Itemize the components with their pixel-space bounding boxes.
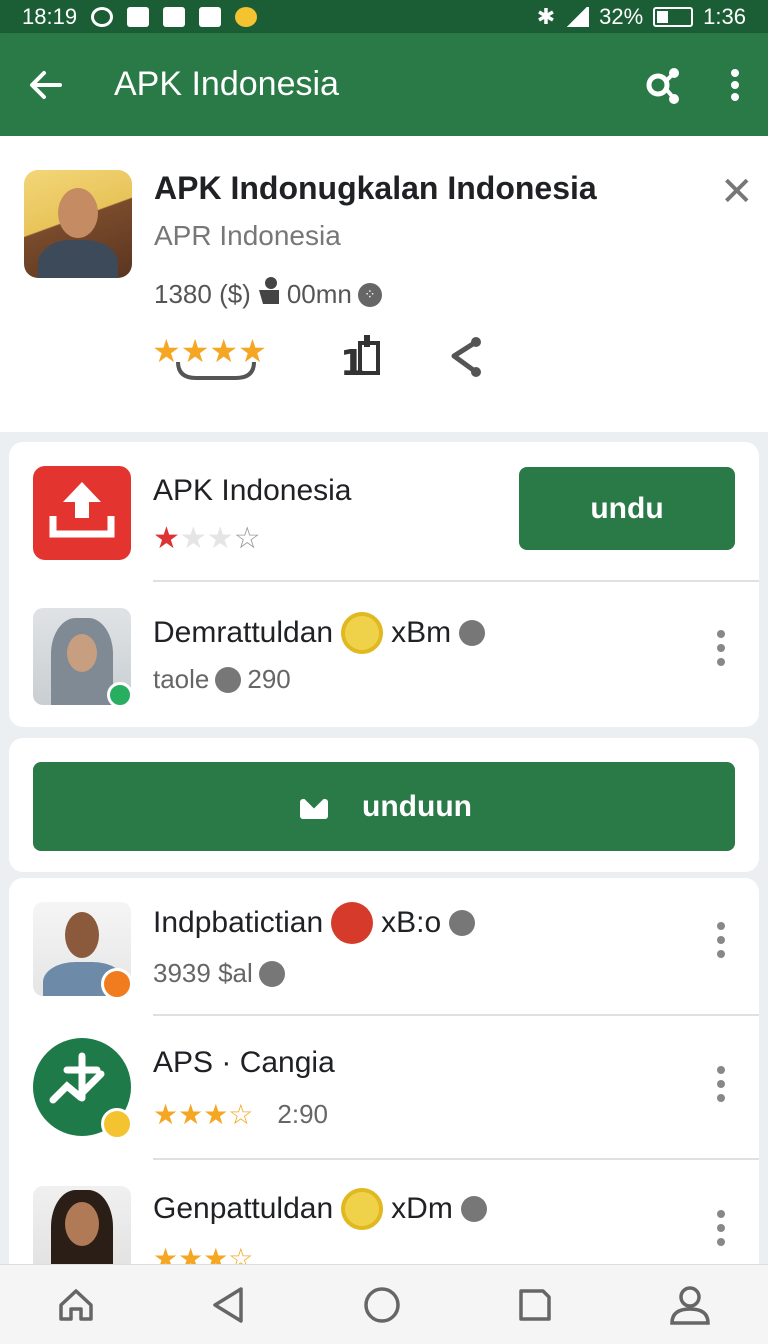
list-item[interactable]: Indpbatictian xB:o 3939 $al — [9, 878, 759, 1016]
list-item-title: APS · Cangia — [153, 1046, 335, 1079]
count-icon — [258, 960, 285, 987]
rating-stars-icon[interactable]: ★★★★ — [152, 332, 280, 387]
emblem-icon — [341, 1188, 384, 1230]
more-info-icon — [460, 1196, 487, 1222]
list-item-sub: 3939 $al — [153, 958, 253, 988]
app-bar-actions — [644, 65, 740, 105]
more-info-icon — [449, 910, 476, 936]
back-nav-icon[interactable] — [209, 1285, 249, 1325]
user-sub: taole — [153, 664, 210, 694]
app-card: APK Indonesia ★★★☆ undu Demrattuldan xBm… — [9, 442, 759, 727]
home-icon[interactable] — [56, 1285, 96, 1325]
system-nav-bar — [0, 1264, 768, 1344]
list-card: Indpbatictian xB:o 3939 $al APS · Cangia… — [9, 878, 759, 1280]
status-right: ✱ 32% 1:36 — [537, 4, 746, 30]
list-item-tag: xB:o — [381, 906, 442, 939]
developer-avatar — [24, 170, 132, 278]
emoji-icon — [235, 6, 258, 27]
list-item-title: Indpbatictian xB:o — [153, 902, 476, 944]
header-actions: ★★★★ 1 — [152, 332, 488, 387]
row-menu-icon[interactable] — [717, 922, 725, 964]
download-button[interactable]: unduun — [33, 762, 735, 851]
developer-name: APR Indonesia — [154, 220, 341, 251]
app-rating-stars: ★★★☆ — [153, 521, 293, 559]
bookmark-count-icon[interactable]: 1 — [340, 333, 382, 386]
list-item[interactable]: Genpattuldan xDm ★★★☆ — [9, 1160, 759, 1280]
list-item-tag: xDm — [391, 1192, 453, 1225]
overflow-menu-icon[interactable] — [730, 68, 740, 102]
back-arrow-icon[interactable] — [28, 67, 68, 103]
bluetooth-icon: ✱ — [536, 3, 556, 29]
list-item[interactable]: APS · Cangia ★★★☆ 2:90 — [9, 1016, 759, 1160]
notification-icon — [91, 6, 114, 27]
install-button[interactable]: undu — [519, 467, 735, 550]
status-dot — [101, 968, 133, 1000]
user-name-row: Demrattuldan xBm — [153, 612, 486, 654]
user-sub-row: taole 290 — [153, 664, 291, 695]
svg-text:★★★☆: ★★★☆ — [153, 522, 261, 554]
divider — [153, 580, 759, 582]
profile-icon[interactable] — [668, 1283, 712, 1327]
share-icon[interactable] — [644, 65, 684, 105]
status-left: 18:19 — [22, 3, 258, 30]
app-bar-title: APK Indonesia — [114, 65, 339, 103]
app-title: APK Indonesia — [153, 474, 352, 507]
recents-icon[interactable] — [515, 1285, 555, 1325]
upload-app-icon — [33, 466, 131, 560]
meta-count: 1380 ($) — [154, 279, 251, 309]
status-dot — [101, 1108, 133, 1140]
row-menu-icon[interactable] — [717, 1210, 725, 1252]
user-count: 290 — [247, 664, 291, 694]
row-menu-icon[interactable] — [717, 630, 725, 672]
app-bar: APK Indonesia — [0, 33, 768, 136]
signal-icon — [565, 6, 590, 27]
svg-text:★★★★: ★★★★ — [152, 332, 267, 370]
emblem-icon — [331, 902, 374, 944]
row-menu-icon[interactable] — [717, 1066, 725, 1108]
more-info-icon — [459, 620, 486, 646]
list-item-sub: 2:90 — [277, 1099, 329, 1129]
list-item-sub-row: ★★★☆ 2:90 — [153, 1098, 328, 1131]
rating-stars: ★★★☆ — [153, 1099, 254, 1130]
app-header-card: APK Indonugkalan Indonesia APR Indonesia… — [0, 136, 768, 432]
user-tag: xBm — [391, 616, 452, 649]
list-item-sub-row: 3939 $al — [153, 958, 285, 989]
circle-home-icon[interactable] — [362, 1285, 402, 1325]
info-icon: ⁘ — [357, 282, 382, 307]
close-icon[interactable]: ✕ — [720, 172, 754, 212]
status-bar: 18:19 ✱ 32% 1:36 — [0, 0, 768, 33]
list-item-title: Genpattuldan xDm — [153, 1188, 487, 1230]
list-item-name: Indpbatictian — [153, 906, 324, 939]
download-icon — [296, 785, 332, 829]
battery-icon — [653, 6, 694, 27]
gauge-icon — [163, 6, 186, 27]
meta-size: 00mn — [286, 279, 352, 309]
clock: 1:36 — [703, 3, 746, 29]
verified-check-icon — [107, 682, 133, 708]
download-label: unduun — [362, 789, 472, 823]
barcode-icon — [127, 6, 150, 27]
app-meta: 1380 ($) 00mn ⁘ — [154, 276, 382, 313]
battery-percent: 32% — [599, 3, 644, 29]
emblem-icon — [341, 612, 384, 654]
share-outline-icon[interactable] — [442, 334, 488, 385]
user-name: Demrattuldan — [153, 616, 334, 649]
app-full-title: APK Indonugkalan Indonesia — [154, 170, 597, 206]
mail-icon — [199, 6, 222, 27]
status-time: 18:19 — [22, 3, 78, 29]
download-card: unduun — [9, 738, 759, 872]
list-item-name: Genpattuldan — [153, 1192, 334, 1225]
user-icon — [257, 276, 281, 313]
count-icon — [215, 666, 242, 693]
